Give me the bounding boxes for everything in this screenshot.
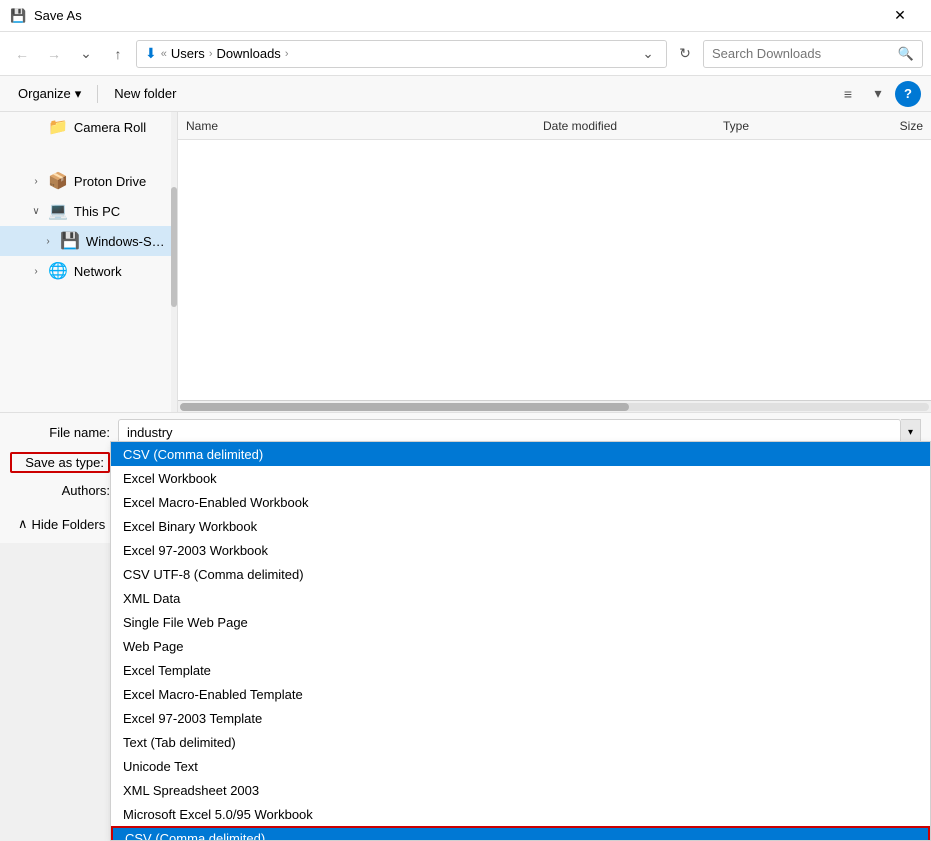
column-size[interactable]: Size xyxy=(843,119,923,133)
chevron-right-icon: › xyxy=(30,175,42,187)
breadcrumb[interactable]: ⬇ « Users › Downloads › ⌄ xyxy=(136,40,667,68)
title-bar: 💾 Save As ✕ xyxy=(0,0,931,32)
sidebar-scrollbar-thumb xyxy=(171,187,177,307)
sidebar-item-camera-roll[interactable]: 📁 Camera Roll xyxy=(0,112,177,142)
filename-label: File name: xyxy=(10,425,110,440)
recent-locations-button[interactable]: ⌄ xyxy=(72,40,100,68)
breadcrumb-sep1: « xyxy=(161,48,167,60)
view-arrow-button[interactable]: ▾ xyxy=(865,81,891,107)
dropdown-item-web-page[interactable]: Web Page xyxy=(111,634,930,658)
dropdown-item-csv-utf8[interactable]: CSV UTF-8 (Comma delimited) xyxy=(111,562,930,586)
dropdown-item-text-tab[interactable]: Text (Tab delimited) xyxy=(111,730,930,754)
up-button[interactable]: ↑ xyxy=(104,40,132,68)
search-box: 🔍 xyxy=(703,40,923,68)
file-content[interactable] xyxy=(178,140,931,400)
chevron-right-icon: › xyxy=(42,235,54,247)
savetype-dropdown[interactable]: CSV (Comma delimited) Excel Workbook Exc… xyxy=(110,441,931,841)
new-folder-button[interactable]: New folder xyxy=(106,81,184,107)
help-button[interactable]: ? xyxy=(895,81,921,107)
sidebar-scrollbar[interactable] xyxy=(171,112,177,412)
column-type[interactable]: Type xyxy=(723,119,843,133)
refresh-button[interactable]: ↻ xyxy=(671,40,699,68)
breadcrumb-downloads[interactable]: Downloads xyxy=(216,46,280,61)
scrollbar-thumb xyxy=(180,403,629,411)
computer-icon: 💻 xyxy=(48,201,68,221)
sidebar-spacer xyxy=(0,142,177,166)
chevron-down-icon: ∨ xyxy=(30,205,42,217)
column-date-modified[interactable]: Date modified xyxy=(543,119,723,133)
breadcrumb-users[interactable]: Users xyxy=(171,46,205,61)
dropdown-item-unicode-text[interactable]: Unicode Text xyxy=(111,754,930,778)
sidebar-item-this-pc[interactable]: ∨ 💻 This PC xyxy=(0,196,177,226)
breadcrumb-arrow2: › xyxy=(285,48,289,60)
sidebar-item-proton-drive[interactable]: › 📦 Proton Drive xyxy=(0,166,177,196)
breadcrumb-expand-button[interactable]: ⌄ xyxy=(638,44,658,64)
search-input[interactable] xyxy=(712,46,894,61)
file-area: Name Date modified Type Size xyxy=(178,112,931,412)
dropdown-item-csv-comma-top[interactable]: CSV (Comma delimited) xyxy=(111,442,930,466)
chevron-icon xyxy=(30,121,42,133)
column-name[interactable]: Name xyxy=(186,119,543,133)
breadcrumb-arrow1: › xyxy=(209,48,213,60)
organize-chevron-icon: ▾ xyxy=(75,86,82,102)
dropdown-item-excel-macro-workbook[interactable]: Excel Macro-Enabled Workbook xyxy=(111,490,930,514)
hide-folders-button[interactable]: ∧ Hide Folders xyxy=(10,512,113,536)
title-bar-left: 💾 Save As xyxy=(10,8,82,24)
dropdown-item-xml-data[interactable]: XML Data xyxy=(111,586,930,610)
dropdown-item-excel-97[interactable]: Excel 97-2003 Workbook xyxy=(111,538,930,562)
hide-folders-chevron-icon: ∧ xyxy=(18,516,28,532)
forward-button[interactable]: → xyxy=(40,40,68,68)
window-title: Save As xyxy=(34,8,82,23)
breadcrumb-download-icon: ⬇ xyxy=(145,45,157,62)
dropdown-item-excel-macro-template[interactable]: Excel Macro-Enabled Template xyxy=(111,682,930,706)
search-icon: 🔍 xyxy=(898,46,914,62)
hide-folders-label: Hide Folders xyxy=(32,517,106,532)
chevron-right-icon: › xyxy=(30,265,42,277)
dropdown-item-single-web[interactable]: Single File Web Page xyxy=(111,610,930,634)
savetype-label: Save as type: xyxy=(10,452,110,473)
network-icon: 🌐 xyxy=(48,261,68,281)
file-header: Name Date modified Type Size xyxy=(178,112,931,140)
horizontal-scrollbar[interactable] xyxy=(178,400,931,412)
authors-label: Authors: xyxy=(10,483,110,498)
dropdown-item-csv-comma-bottom[interactable]: CSV (Comma delimited) xyxy=(111,826,930,841)
main-layout: 📁 Camera Roll › 📦 Proton Drive ∨ 💻 This … xyxy=(0,112,931,412)
toolbar: Organize ▾ New folder ≡ ▾ ? xyxy=(0,76,931,112)
folder-icon: 📁 xyxy=(48,117,68,137)
dropdown-item-xml-spreadsheet[interactable]: XML Spreadsheet 2003 xyxy=(111,778,930,802)
dropdown-item-excel-template[interactable]: Excel Template xyxy=(111,658,930,682)
dropdown-item-excel-97-template[interactable]: Excel 97-2003 Template xyxy=(111,706,930,730)
drive-icon: 💾 xyxy=(60,231,80,251)
toolbar-right: ≡ ▾ ? xyxy=(835,81,921,107)
dropdown-item-ms-excel-50[interactable]: Microsoft Excel 5.0/95 Workbook xyxy=(111,802,930,826)
sidebar-item-windows-ssd[interactable]: › 💾 Windows-SSD xyxy=(0,226,177,256)
proton-drive-icon: 📦 xyxy=(48,171,68,191)
close-button[interactable]: ✕ xyxy=(877,0,923,32)
nav-bar: ← → ⌄ ↑ ⬇ « Users › Downloads › ⌄ ↻ 🔍 xyxy=(0,32,931,76)
back-button[interactable]: ← xyxy=(8,40,36,68)
dropdown-item-excel-binary[interactable]: Excel Binary Workbook xyxy=(111,514,930,538)
sidebar: 📁 Camera Roll › 📦 Proton Drive ∨ 💻 This … xyxy=(0,112,178,412)
organize-button[interactable]: Organize ▾ xyxy=(10,81,89,107)
bottom-panel: File name: ▾ Save as type: CSV (Comma de… xyxy=(0,412,931,543)
toolbar-separator xyxy=(97,85,98,103)
sidebar-item-network[interactable]: › 🌐 Network xyxy=(0,256,177,286)
scrollbar-track xyxy=(180,403,929,411)
window-icon: 💾 xyxy=(10,8,26,24)
organize-label: Organize xyxy=(18,86,71,101)
dropdown-item-excel-workbook[interactable]: Excel Workbook xyxy=(111,466,930,490)
view-options-button[interactable]: ≡ xyxy=(835,81,861,107)
new-folder-label: New folder xyxy=(114,86,176,101)
